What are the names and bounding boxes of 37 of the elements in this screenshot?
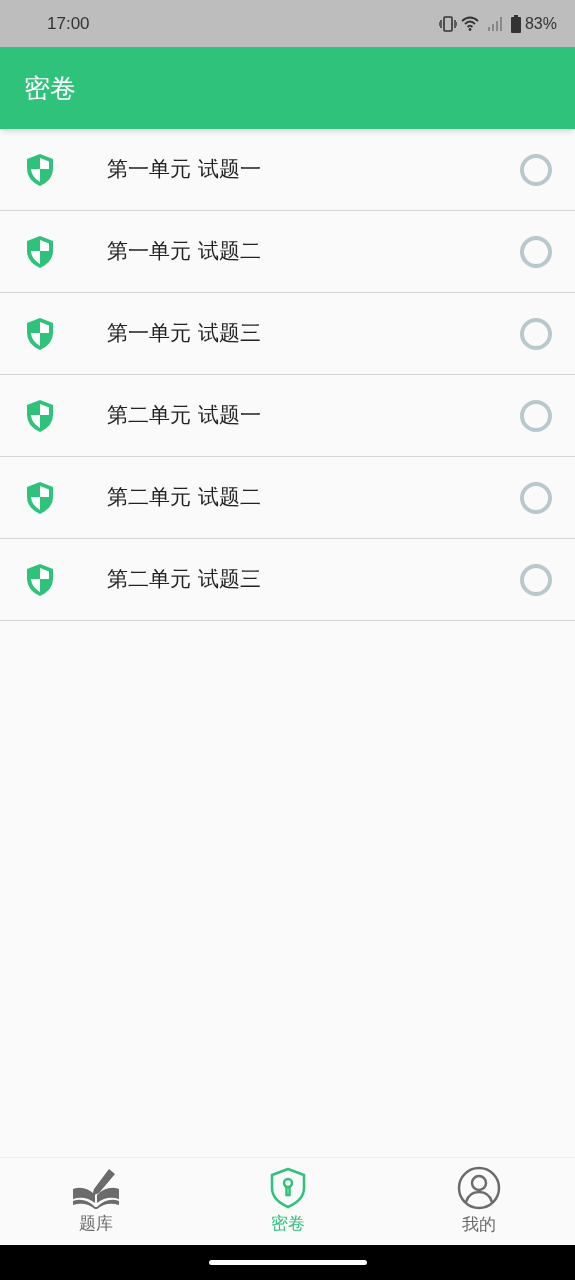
paper-title: 第二单元 试题三 [107, 565, 262, 593]
paper-title: 第二单元 试题一 [107, 401, 262, 429]
radio-button[interactable] [520, 235, 552, 268]
battery-percent: 83% [524, 13, 557, 34]
header-title: 密卷 [24, 71, 76, 105]
book-pencil-icon [72, 1166, 119, 1209]
signal-icon [486, 16, 503, 31]
paper-title: 第二单元 试题二 [107, 483, 262, 511]
radio-button[interactable] [520, 399, 552, 432]
shield-icon [26, 152, 54, 187]
shield-icon [26, 480, 54, 515]
nav-tab[interactable]: 我的 [383, 1158, 575, 1245]
wifi-icon [460, 16, 479, 31]
status-time: 17:00 [47, 12, 90, 35]
radio-button[interactable] [520, 317, 552, 350]
shield-icon [26, 234, 54, 269]
radio-button[interactable] [520, 563, 552, 596]
battery-icon [510, 14, 521, 33]
paper-item[interactable]: 第二单元 试题二 [0, 457, 575, 539]
radio-button[interactable] [520, 153, 552, 186]
radio-button[interactable] [520, 481, 552, 514]
shield-keyhole-icon [268, 1166, 307, 1209]
paper-item[interactable]: 第二单元 试题三 [0, 539, 575, 621]
shield-icon [26, 398, 54, 433]
paper-item[interactable]: 第一单元 试题一 [0, 129, 575, 211]
home-indicator[interactable] [208, 1260, 367, 1265]
paper-item[interactable]: 第一单元 试题三 [0, 293, 575, 375]
shield-icon [26, 316, 54, 351]
nav-tab[interactable]: 题库 [0, 1158, 192, 1245]
shield-icon [26, 562, 54, 597]
paper-title: 第一单元 试题三 [107, 319, 262, 347]
user-circle-icon [457, 1165, 502, 1210]
vibrate-icon [438, 15, 457, 32]
paper-item[interactable]: 第一单元 试题二 [0, 211, 575, 293]
paper-item[interactable]: 第二单元 试题一 [0, 375, 575, 457]
paper-title: 第一单元 试题二 [107, 237, 262, 265]
paper-title: 第一单元 试题一 [107, 155, 262, 183]
